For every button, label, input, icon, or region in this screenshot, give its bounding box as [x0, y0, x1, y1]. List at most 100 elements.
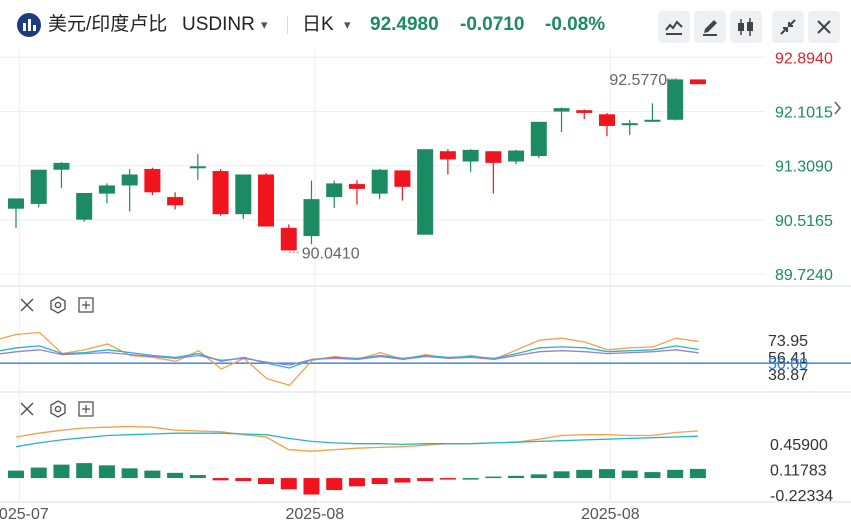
settings-icon[interactable]: [50, 296, 66, 314]
rsi-panel: [0, 331, 851, 387]
macd-axis-tick-label: -0.22334: [770, 488, 833, 505]
candle: [553, 107, 570, 133]
candle-body: [326, 183, 343, 198]
rsi2-line: [0, 345, 699, 369]
candle-body: [98, 185, 115, 194]
candle: [667, 78, 684, 121]
settings-icon[interactable]: [54, 405, 62, 413]
candle-body: [167, 197, 184, 206]
candle: [8, 198, 24, 228]
candle: [598, 112, 615, 137]
macd-histogram-bar: [53, 464, 70, 479]
candle: [167, 192, 184, 210]
rsi-axis-tick-label: 38.87: [768, 367, 808, 384]
settings-icon[interactable]: [50, 400, 66, 418]
candle-body: [644, 119, 661, 122]
candle-body: [280, 227, 297, 251]
candle: [280, 224, 297, 251]
candle: [689, 79, 706, 85]
candle: [212, 169, 229, 216]
macd-histogram-bar: [462, 478, 479, 480]
macd-histogram-bar: [30, 467, 47, 479]
candle-body: [621, 123, 638, 126]
candle: [621, 119, 638, 135]
macd-histogram-bar: [98, 465, 115, 479]
candle-body: [462, 149, 479, 162]
candle-body: [30, 169, 47, 204]
candle-body: [76, 192, 93, 220]
candle-body: [303, 199, 320, 237]
candle: [326, 180, 343, 209]
candle-body: [235, 174, 252, 215]
price-axis-tick-label: 92.8940: [775, 50, 833, 67]
candle-body: [417, 149, 434, 235]
macd-histogram-bar: [258, 478, 275, 485]
date-axis-tick-label: 2025-07: [0, 506, 49, 523]
macd-histogram-bar: [598, 469, 615, 479]
max-price-annotation: 92.5770: [609, 72, 667, 89]
macd-histogram-bar: [76, 463, 93, 479]
candle-body: [530, 121, 547, 157]
candle: [530, 121, 547, 159]
candle: [98, 183, 115, 204]
date-axis-tick-label: 2025-08: [285, 506, 344, 523]
macd-histogram-bar: [508, 475, 525, 479]
price-panel: 92.5770 90.0410: [8, 72, 706, 262]
candle-body: [121, 174, 138, 186]
settings-icon[interactable]: [54, 301, 62, 309]
candle: [303, 180, 320, 245]
candle-body: [439, 151, 456, 160]
indicator-legends: [20, 296, 94, 418]
macd-histogram-bar: [371, 478, 388, 485]
candle: [576, 109, 593, 120]
candle-body: [689, 79, 706, 85]
candle: [76, 192, 93, 222]
macd-histogram-bar: [303, 478, 320, 495]
candle-body: [212, 171, 229, 215]
candle-body: [394, 170, 411, 187]
axis-labels: 92.8940 92.1015 91.3090 90.5165 89.7240 73.95…: [0, 50, 842, 523]
price-axis-tick-label: 90.5165: [775, 213, 833, 230]
candle-body: [258, 174, 275, 227]
candle: [394, 170, 411, 201]
candle: [417, 149, 434, 235]
macd-histogram-bar: [167, 472, 184, 479]
date-axis-tick-label: 2025-08: [581, 506, 640, 523]
candle-body: [53, 162, 70, 170]
macd-histogram-bar: [667, 469, 684, 479]
price-axis-tick-label: 91.3090: [775, 159, 833, 176]
macd-histogram-bar: [394, 478, 411, 483]
chevron-right-icon[interactable]: [834, 101, 842, 115]
candle: [508, 149, 525, 165]
candle: [371, 169, 388, 200]
macd-axis-tick-label: 0.11783: [770, 462, 827, 479]
candle-body: [144, 169, 161, 193]
candle: [644, 103, 661, 122]
macd-histogram-bar: [553, 471, 570, 479]
macd-histogram-bar: [326, 478, 343, 491]
candlestick-chart[interactable]: 92.5770 90.0410 92.8940 92.1015 91.3090 90.5…: [0, 0, 851, 526]
price-axis-tick-label: 89.7240: [775, 267, 833, 284]
min-price-annotation: 90.0410: [302, 245, 360, 262]
macd-histogram-bar: [485, 476, 502, 479]
candle: [258, 173, 275, 227]
macd-histogram-bar: [530, 474, 547, 479]
dif-line: [15, 425, 698, 452]
candle-body: [667, 79, 684, 120]
candle: [189, 153, 206, 180]
candle: [485, 151, 502, 194]
candle-body: [485, 151, 502, 163]
macd-histogram-bar: [280, 478, 297, 490]
macd-histogram-bar: [621, 470, 638, 479]
macd-histogram-bar: [189, 475, 206, 479]
macd-histogram-bar: [8, 470, 24, 479]
candle-body: [189, 166, 206, 169]
macd-histogram-bar: [212, 478, 229, 481]
candle: [462, 149, 479, 172]
candle-body: [348, 184, 365, 189]
candle-body: [8, 198, 24, 209]
candle: [348, 179, 365, 205]
macd-axis-tick-label: 0.45900: [770, 437, 828, 454]
macd-histogram-bar: [644, 472, 661, 479]
price-axis-tick-label: 92.1015: [775, 104, 833, 121]
